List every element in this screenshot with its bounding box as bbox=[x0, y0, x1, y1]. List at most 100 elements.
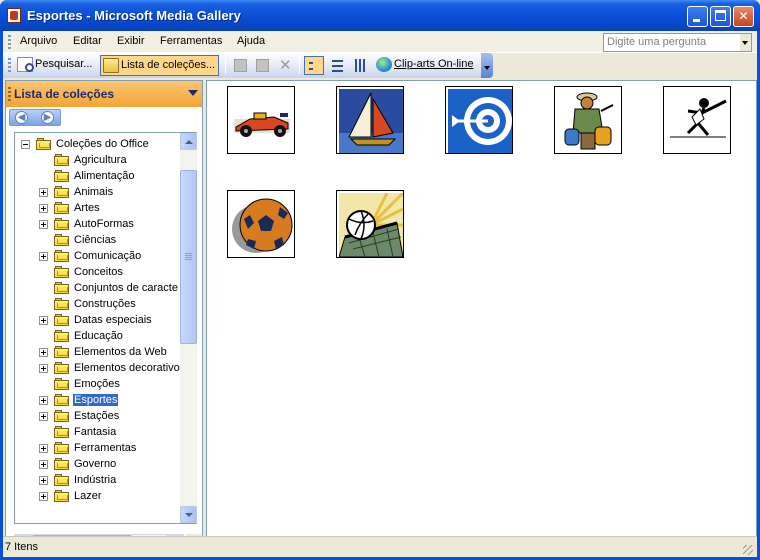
ask-question-box[interactable]: Digite uma pergunta bbox=[603, 33, 752, 52]
expand-icon[interactable] bbox=[39, 348, 48, 357]
expand-icon[interactable] bbox=[39, 364, 48, 373]
toolbar-options-button[interactable] bbox=[481, 53, 493, 78]
expand-icon[interactable] bbox=[39, 316, 48, 325]
menubar-grip[interactable] bbox=[8, 35, 11, 49]
tree-item[interactable]: Elementos decorativo bbox=[15, 360, 180, 376]
volleyball-icon bbox=[339, 193, 403, 257]
tree-item[interactable]: Ferramentas bbox=[15, 440, 180, 456]
tree-item[interactable]: Construções bbox=[15, 296, 180, 312]
tree-item[interactable]: Alimentação bbox=[15, 168, 180, 184]
tree-item[interactable]: Fantasia bbox=[15, 424, 180, 440]
pane-dropdown-icon[interactable] bbox=[188, 90, 198, 96]
pane-grip[interactable] bbox=[8, 87, 11, 101]
sailboat-icon bbox=[339, 89, 403, 153]
expand-icon[interactable] bbox=[39, 188, 48, 197]
tree-item[interactable]: Estações bbox=[15, 408, 180, 424]
hiker-icon bbox=[564, 92, 614, 150]
expand-icon[interactable] bbox=[39, 460, 48, 469]
expand-icon[interactable] bbox=[39, 220, 48, 229]
tree-item[interactable]: Comunicação bbox=[15, 248, 180, 264]
folder-icon bbox=[54, 393, 70, 407]
tree-item[interactable]: Lazer bbox=[15, 488, 180, 504]
view-bar bbox=[309, 68, 313, 70]
delete-icon[interactable]: ✕ bbox=[279, 56, 292, 74]
search-button[interactable]: Pesquisar... bbox=[15, 55, 95, 76]
tree-item[interactable]: Artes bbox=[15, 200, 180, 216]
expand-icon[interactable] bbox=[39, 252, 48, 261]
scroll-up-button[interactable] bbox=[180, 133, 197, 150]
minimize-button[interactable] bbox=[687, 6, 708, 27]
toolbar-grip[interactable] bbox=[8, 58, 11, 73]
title-bar[interactable]: Esportes - Microsoft Media Gallery ✕ bbox=[0, 0, 760, 31]
collections-tree[interactable]: Coleções do Office Agricultura Alimentação… bbox=[15, 133, 180, 523]
tree-item[interactable]: Ciências bbox=[15, 232, 180, 248]
tree-item[interactable]: Agricultura bbox=[15, 152, 180, 168]
tree-item-label: Estações bbox=[74, 410, 120, 422]
archery-target-icon bbox=[448, 89, 512, 153]
collapse-icon[interactable] bbox=[21, 140, 30, 149]
tree-item-label: Governo bbox=[74, 458, 117, 470]
collections-list-button[interactable]: Lista de coleções... bbox=[100, 55, 220, 76]
tree-vertical-scrollbar[interactable] bbox=[180, 133, 197, 523]
forward-icon[interactable]: ▶ bbox=[41, 111, 54, 124]
view-bar bbox=[332, 65, 343, 67]
scroll-thumb[interactable] bbox=[180, 170, 197, 344]
clip-thumbnail-fencer[interactable] bbox=[663, 86, 731, 154]
tree-item[interactable]: Conceitos bbox=[15, 264, 180, 280]
arrow-up-icon bbox=[185, 140, 193, 144]
maximize-button[interactable] bbox=[710, 6, 731, 27]
close-button[interactable]: ✕ bbox=[733, 6, 754, 27]
folder-icon bbox=[54, 153, 70, 167]
tree-item[interactable]: AutoFormas bbox=[15, 216, 180, 232]
tree-item[interactable]: Indústria bbox=[15, 472, 180, 488]
list-view-icon[interactable] bbox=[328, 56, 348, 75]
tree-item-label: Emoções bbox=[74, 378, 120, 390]
tree-item-label: Conjuntos de caracte bbox=[74, 282, 178, 294]
copy-icon[interactable] bbox=[234, 59, 247, 72]
clip-thumbnail-soccer-ball[interactable] bbox=[227, 190, 295, 258]
collections-folder-icon bbox=[103, 58, 119, 73]
tree-item-label: Ferramentas bbox=[74, 442, 137, 454]
clip-thumbnail-race-car[interactable] bbox=[227, 86, 295, 154]
expand-icon[interactable] bbox=[39, 476, 48, 485]
paste-icon[interactable] bbox=[256, 59, 269, 72]
tree-item[interactable]: Coleções do Office bbox=[15, 136, 180, 152]
menu-arquivo[interactable]: Arquivo bbox=[20, 35, 57, 47]
clip-thumbnail-sailboat[interactable] bbox=[336, 86, 404, 154]
resize-grip[interactable] bbox=[743, 545, 753, 555]
tree-item[interactable]: Governo bbox=[15, 456, 180, 472]
pane-nav-buttons: ◀ ▶ bbox=[9, 109, 61, 126]
folder-icon bbox=[54, 313, 70, 327]
expand-icon[interactable] bbox=[39, 396, 48, 405]
details-view-icon[interactable] bbox=[351, 56, 371, 75]
view-bar bbox=[309, 62, 313, 64]
thumbnails-view-icon[interactable] bbox=[304, 56, 324, 75]
view-bar bbox=[359, 59, 361, 72]
app-icon[interactable] bbox=[7, 8, 21, 23]
clip-thumbnail-volleyball[interactable] bbox=[336, 190, 404, 258]
folder-icon bbox=[54, 329, 70, 343]
tree-item[interactable]: Datas especiais bbox=[15, 312, 180, 328]
clipart-online-button[interactable]: Clip-arts On-line bbox=[374, 55, 476, 76]
expand-icon[interactable] bbox=[39, 204, 48, 213]
menu-exibir[interactable]: Exibir bbox=[117, 35, 145, 47]
expand-icon[interactable] bbox=[39, 412, 48, 421]
ask-dropdown-button[interactable] bbox=[740, 34, 751, 51]
expand-icon[interactable] bbox=[39, 492, 48, 501]
menu-ajuda[interactable]: Ajuda bbox=[237, 35, 265, 47]
clip-thumbnail-archery-target[interactable] bbox=[445, 86, 513, 154]
expand-icon[interactable] bbox=[39, 444, 48, 453]
soccer-ball-icon bbox=[232, 198, 293, 253]
menu-ferramentas[interactable]: Ferramentas bbox=[160, 35, 222, 47]
tree-item[interactable]: Educação bbox=[15, 328, 180, 344]
scroll-down-button[interactable] bbox=[180, 506, 197, 523]
clip-thumbnail-hiker[interactable] bbox=[554, 86, 622, 154]
back-icon[interactable]: ◀ bbox=[15, 111, 28, 124]
tree-item[interactable]: Esportes bbox=[15, 392, 180, 408]
menu-editar[interactable]: Editar bbox=[73, 35, 102, 47]
status-item-count: 7 Itens bbox=[5, 541, 39, 553]
tree-item[interactable]: Emoções bbox=[15, 376, 180, 392]
tree-item[interactable]: Animais bbox=[15, 184, 180, 200]
tree-item[interactable]: Elementos da Web bbox=[15, 344, 180, 360]
tree-item[interactable]: Conjuntos de caracte bbox=[15, 280, 180, 296]
